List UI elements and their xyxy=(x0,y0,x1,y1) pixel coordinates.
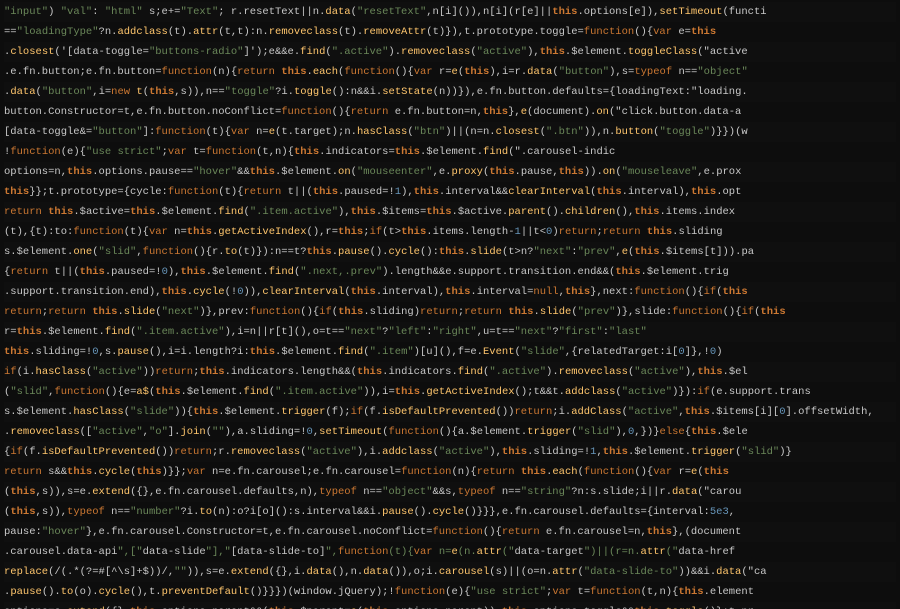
code-line: return;return this.slide("next")},prev:f… xyxy=(4,302,896,322)
code-line: .removeclass(["active","o"].join(""),a.s… xyxy=(4,422,896,442)
code-line: s.$element.hasClass("slide")){this.$elem… xyxy=(4,402,896,422)
code-line: (t),{t):to:function(t){var n=this.getAct… xyxy=(4,222,896,242)
code-line: r=this.$element.find(".item.active"),i=n… xyxy=(4,322,896,342)
code-line: return this.$active=this.$element.find("… xyxy=(4,202,896,222)
code-line: !function(e){"use strict";var t=function… xyxy=(4,142,896,162)
code-line: options=e.extend({},this.options.parent&… xyxy=(4,602,896,609)
code-line: [data-toggle&="button"]:function(t){var … xyxy=(4,122,896,142)
code-line: return s&&this.cycle(this)}};var n=e.fn.… xyxy=(4,462,896,482)
code-line: if(i.hasClass("active"))return;this.indi… xyxy=(4,362,896,382)
code-line: .closest('[data-toggle="buttons-radio"]'… xyxy=(4,42,896,62)
code-line: {return t||(this.paused=!0),this.$elemen… xyxy=(4,262,896,282)
code-line: this}};t.prototype={cycle:function(t){re… xyxy=(4,182,896,202)
code-line: .carousel.data-api",["data-slide"],"[dat… xyxy=(4,542,896,562)
code-line: .pause().to(o).cycle(),t.preventDefault(… xyxy=(4,582,896,602)
code-line: "input") "val": "html" s;e+="Text"; r.re… xyxy=(4,2,896,22)
code-line: this.sliding=!0,s.pause(),i=i.length?i:t… xyxy=(4,342,896,362)
code-line: .data("button",i=new t(this,s)),n=="togg… xyxy=(4,82,896,102)
code-line: .support.transition.end),this.cycle(!0))… xyxy=(4,282,896,302)
code-line: ("slid",function(){e=a$(this.$element.fi… xyxy=(4,382,896,402)
code-line: options=n,this.options.pause=="hover"&&t… xyxy=(4,162,896,182)
code-editor: "input") "val": "html" s;e+="Text"; r.re… xyxy=(0,0,900,609)
code-line: replace(/(.*(?=#[^\s]+$))/,"")),s=e.exte… xyxy=(4,562,896,582)
code-line: =="loadingType"?n.addclass(t).attr(t,t):… xyxy=(4,22,896,42)
code-line: (this,s)),typeof n=="number"?i.to(n):o?i… xyxy=(4,502,896,522)
code-line: pause:"hover"},e.fn.carousel.Constructor… xyxy=(4,522,896,542)
code-line: {if(f.isDefaultPrevented())return;r.remo… xyxy=(4,442,896,462)
code-line: s.$element.one("slid",function(){r.to(t)… xyxy=(4,242,896,262)
code-line: .e.fn.button;e.fn.button=function(n){ret… xyxy=(4,62,896,82)
code-line: (this,s)),s=e.extend({},e.fn.carousel.de… xyxy=(4,482,896,502)
code-line: button.Constructor=t,e.fn.button.noConfl… xyxy=(4,102,896,122)
